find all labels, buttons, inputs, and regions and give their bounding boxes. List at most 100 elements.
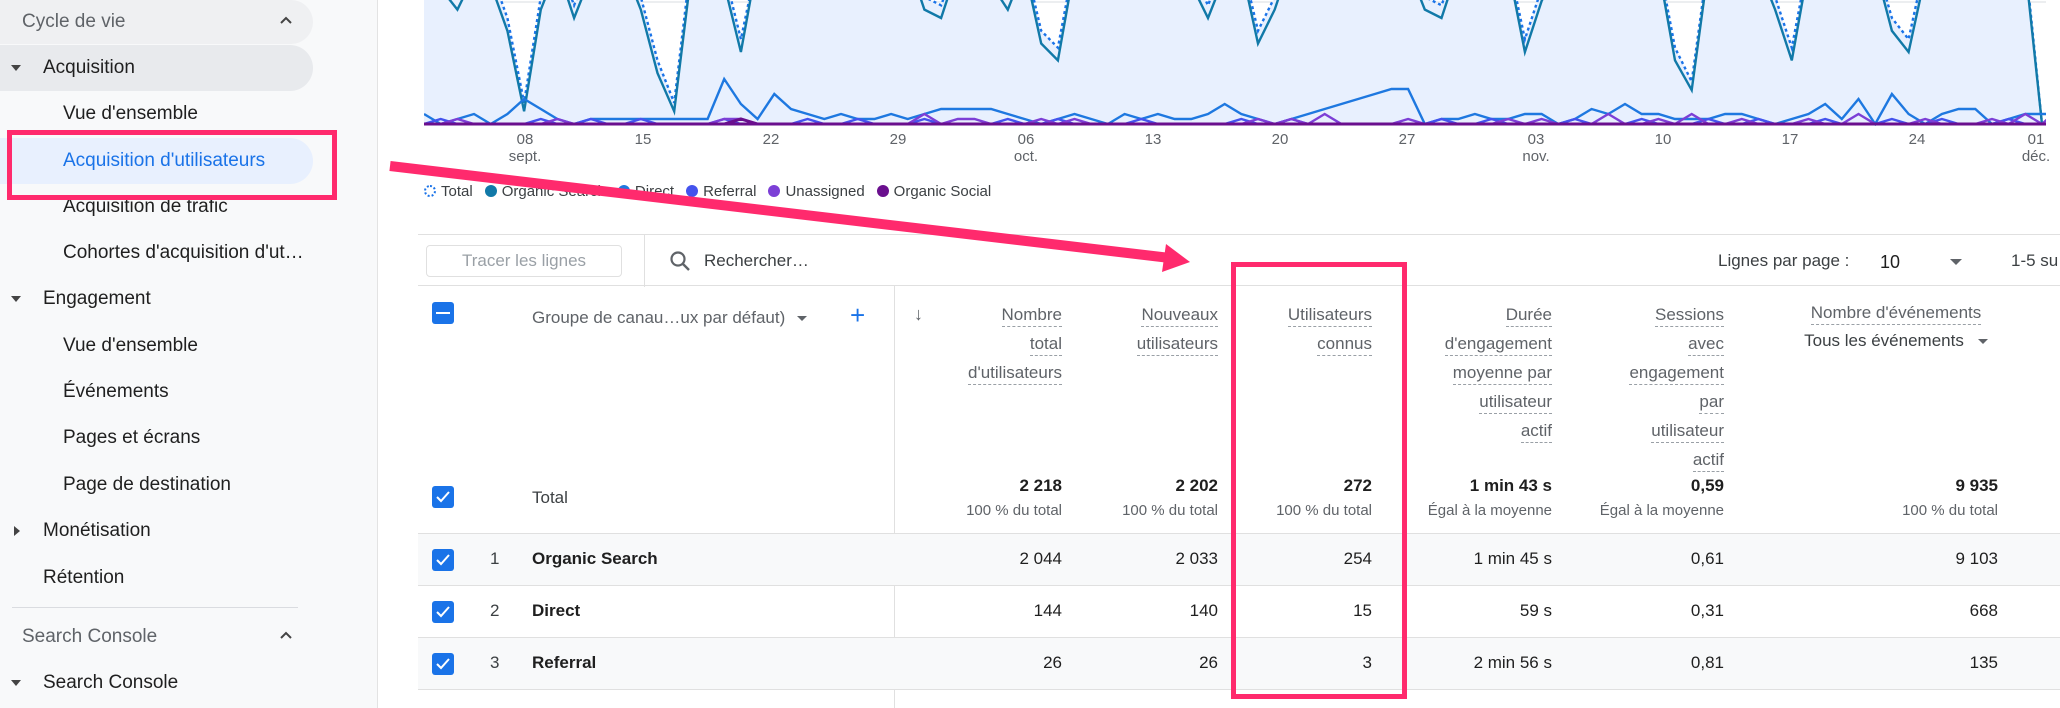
row-checkbox[interactable] [432,549,454,571]
header-total-users[interactable]: Nombre total d'utilisateurs [938,302,1062,389]
cell-total-users: 26 [1043,653,1062,672]
total-total-users: 2 218 100 % du total [938,476,1062,519]
sidebar-item-landing-page[interactable]: Page de destination [0,463,231,507]
header-event-count[interactable]: Nombre d'événements Tous les événements [1776,302,2016,351]
cell-avg-engagement: 1 min 45 s [1473,549,1552,568]
total-event-count: 9 935 100 % du total [1818,476,1998,519]
legend-dot-icon [768,185,781,197]
row-label[interactable]: Direct [532,601,580,621]
cell-event-count: 135 [1969,653,1998,672]
x-tick-day: 06 [1017,131,1035,148]
x-tick-label: 01 déc. [2006,131,2060,165]
sidebar-item-search-console[interactable]: Search Console [0,661,178,705]
chart-legend: Total Organic Search Direct Referral Unassig… [424,181,1003,201]
sidebar-item-label: Vue d'ensemble [63,103,198,124]
section-lifecycle-label: Cycle de vie [22,11,126,32]
dimension-selector[interactable]: Groupe de canau…ux par défaut) [532,308,808,328]
x-tick-label: 15 [613,131,673,148]
x-tick-label: 17 [1760,131,1820,148]
sidebar-item-label: Page de destination [63,474,231,495]
sidebar-item-label: Monétisation [43,520,151,541]
checkmark-icon [436,554,450,566]
legend-label: Organic Search [501,182,606,200]
header-line: actif [1520,420,1552,443]
legend-item[interactable]: Total [424,183,473,200]
header-new-users[interactable]: Nouveaux utilisateurs [1078,302,1218,360]
header-engaged-sessions[interactable]: Sessions avec engagement par utilisateur… [1578,302,1724,476]
legend-item[interactable]: Referral [686,183,756,200]
x-tick-label: 13 [1123,131,1183,148]
sidebar-item-acquisition[interactable]: Acquisition [0,46,313,90]
x-tick-day: 29 [889,131,907,148]
row-checkbox[interactable] [432,653,454,675]
trace-lines-button[interactable]: Tracer les lignes [426,245,622,277]
x-tick-label: 10 [1633,131,1693,148]
sidebar-item-monetisation[interactable]: Monétisation [0,509,151,553]
event-filter-select[interactable]: Tous les événements [1776,331,2016,351]
legend-item[interactable]: Organic Search [484,182,606,200]
x-tick-month: nov. [1522,148,1550,165]
header-avg-engagement[interactable]: Durée d'engagement moyenne par utilisate… [1402,302,1552,447]
header-line: d'engagement [1444,333,1552,356]
sidebar-item-retention[interactable]: Rétention [0,556,124,600]
add-dimension-button[interactable]: + [850,300,865,330]
cell-value: 9 935 [1955,476,1998,495]
section-search-console[interactable]: Search Console [0,615,313,659]
sidebar-item-label: Événements [63,381,169,402]
x-tick-label: 22 [741,131,801,148]
cell-total-users: 2 044 [1019,549,1062,568]
header-line: utilisateur [1651,420,1724,443]
x-tick-label: 03 nov. [1506,131,1566,165]
header-line: engagement [1629,362,1724,385]
rows-per-page-value: 10 [1880,251,1901,272]
sidebar-item-events[interactable]: Événements [0,370,169,414]
header-line: moyenne par [1452,362,1552,385]
highlight-box-column [1231,262,1407,699]
cell-new-users: 2 033 [1175,549,1218,568]
sidebar-item-engagement[interactable]: Engagement [0,277,151,321]
row-checkbox[interactable] [432,486,454,508]
search-input[interactable] [704,247,1104,275]
legend-item[interactable]: Organic Social [876,183,991,200]
header-line: Nombre d'événements [1810,302,1982,325]
sidebar-nav: Cycle de vie Acquisition Vue d'ensemble … [0,0,378,708]
rows-per-page-select[interactable]: 10 [1880,249,1970,275]
cell-value: 2 218 [1019,476,1062,495]
row-label[interactable]: Organic Search [532,549,658,569]
sidebar-item-label: Search Console [43,672,179,693]
section-lifecycle[interactable]: Cycle de vie [0,0,313,44]
sidebar-item-label: Vue d'ensemble [63,335,198,356]
cell-engaged-sessions: 0,61 [1690,549,1724,568]
sidebar-item-eng-overview[interactable]: Vue d'ensemble [0,324,198,368]
x-tick-label: 29 [868,131,928,148]
sidebar-divider [12,607,298,608]
header-line: utilisateurs [1136,333,1218,356]
x-tick-month: oct. [1013,148,1039,165]
select-all-checkbox[interactable] [432,302,454,324]
legend-item[interactable]: Unassigned [768,183,865,200]
x-tick-day: 27 [1398,131,1416,148]
row-index: 3 [490,653,500,672]
total-avg-engagement: 1 min 43 s Égal à la moyenne [1382,476,1552,519]
cell-new-users: 140 [1189,601,1218,620]
header-line: Nouveaux [1141,304,1218,327]
row-index: 1 [490,549,500,568]
sidebar-item-pages-screens[interactable]: Pages et écrans [0,416,200,460]
cell-engaged-sessions: 0,31 [1690,601,1724,620]
sidebar-item-acquisition-cohorts[interactable]: Cohortes d'acquisition d'ut… [0,231,304,275]
chart-plot [424,0,2046,126]
row-label[interactable]: Referral [532,653,596,673]
sidebar-item-label: Pages et écrans [63,427,201,448]
rows-per-page-label: Lignes par page : [1718,251,1850,270]
x-tick-day: 13 [1144,131,1162,148]
sort-descending-icon[interactable]: ↓ [914,304,923,325]
caret-right-icon [14,526,20,536]
cell-value: 1 min 43 s [1469,476,1552,495]
total-engaged-sessions: 0,59 Égal à la moyenne [1558,476,1724,519]
row-checkbox[interactable] [432,601,454,623]
row-label: Total [532,488,568,507]
event-filter-value: Tous les événements [1804,331,1964,350]
legend-item[interactable]: Direct [617,183,674,200]
cell-engaged-sessions: 0,81 [1690,653,1724,672]
legend-dot-icon [484,185,497,197]
